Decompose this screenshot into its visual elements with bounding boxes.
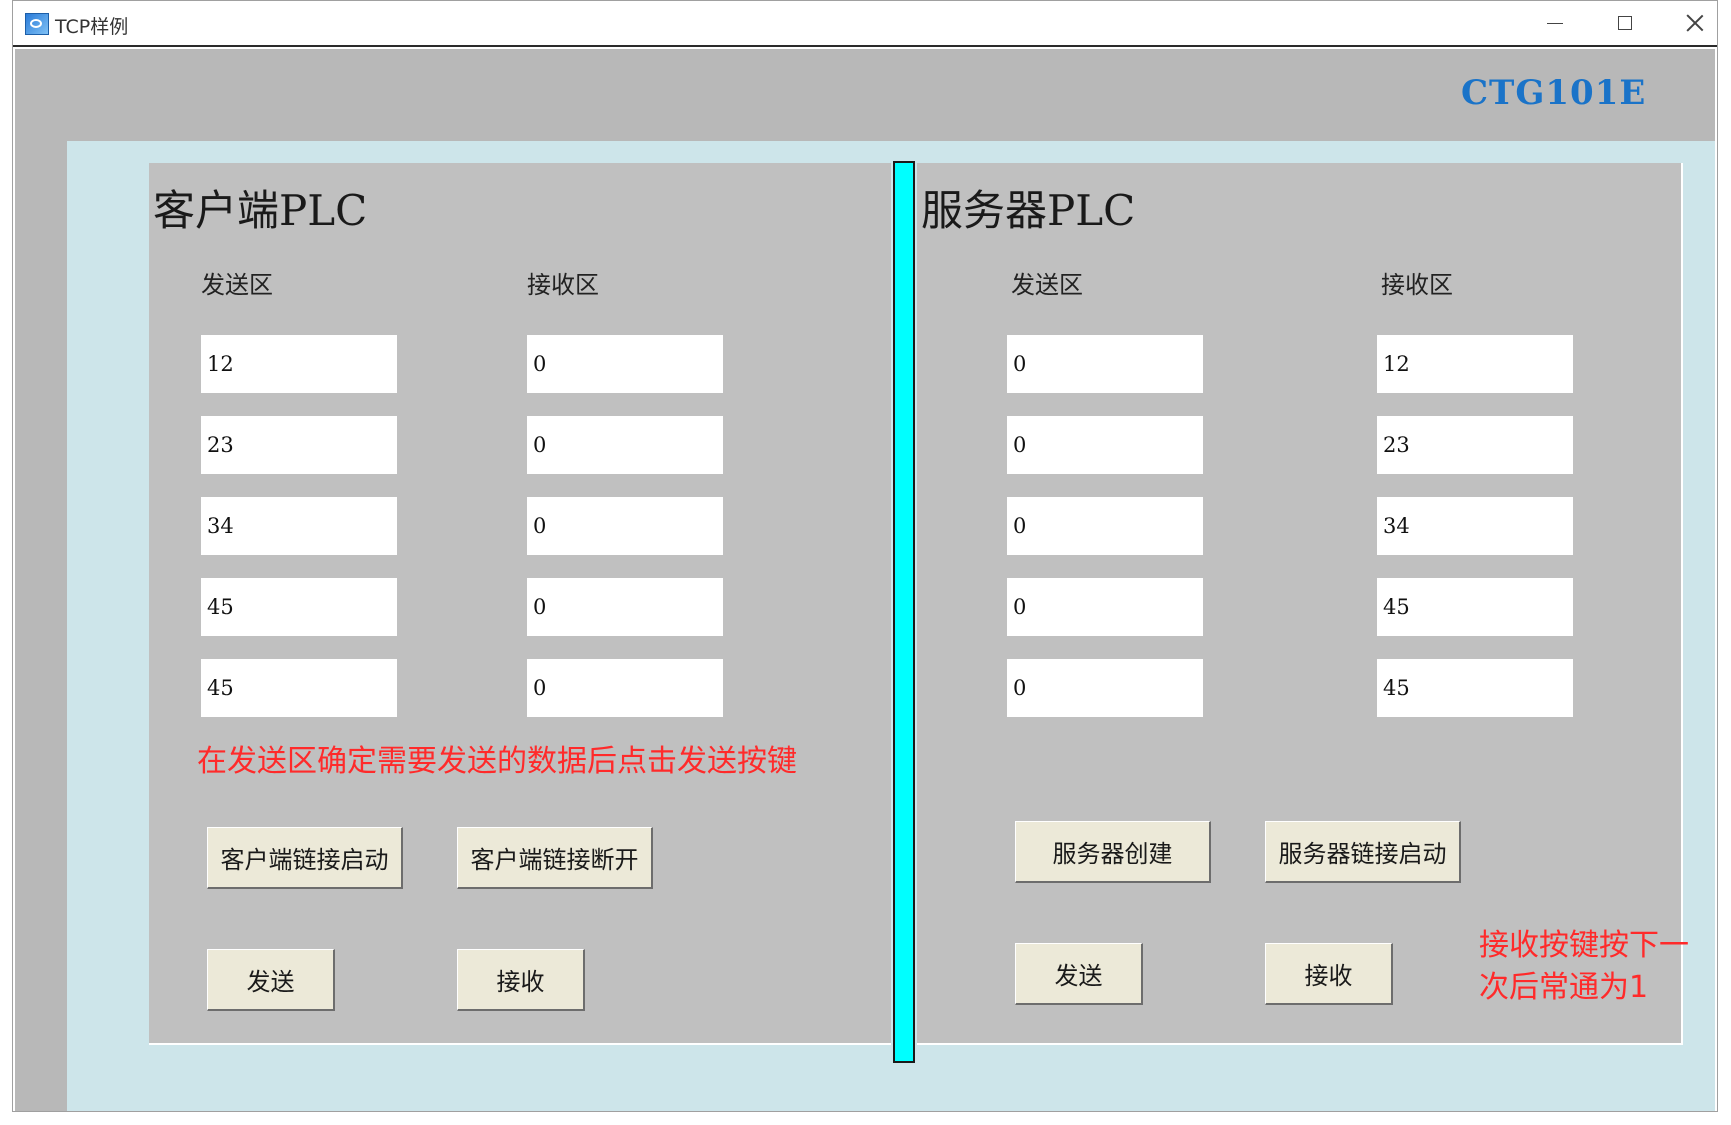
server-panel-title: 服务器PLC bbox=[921, 186, 1136, 235]
client-connect-button[interactable]: 客户端链接启动 bbox=[207, 827, 403, 889]
panel-divider bbox=[893, 161, 915, 1063]
maximize-icon bbox=[1618, 16, 1632, 30]
server-recv-field-5[interactable] bbox=[1377, 659, 1573, 717]
minimize-button[interactable] bbox=[1521, 1, 1589, 45]
server-send-field-2[interactable] bbox=[1007, 416, 1203, 474]
close-icon bbox=[1686, 14, 1704, 32]
app-icon bbox=[25, 13, 49, 35]
client-send-field-3[interactable] bbox=[201, 497, 397, 555]
server-recv-area-label: 接收区 bbox=[1381, 271, 1453, 299]
client-instruction-note: 在发送区确定需要发送的数据后点击发送按键 bbox=[197, 744, 797, 779]
server-create-button[interactable]: 服务器创建 bbox=[1015, 821, 1211, 883]
client-send-field-2[interactable] bbox=[201, 416, 397, 474]
brand-label: CTG101E bbox=[1461, 73, 1647, 113]
client-recv-area-label: 接收区 bbox=[527, 271, 599, 299]
server-receive-note-line-2: 次后常通为1 bbox=[1479, 970, 1649, 1005]
server-recv-field-1[interactable] bbox=[1377, 335, 1573, 393]
maximize-button[interactable] bbox=[1591, 1, 1659, 45]
window-title: TCP样例 bbox=[55, 16, 129, 38]
client-panel-title: 客户端PLC bbox=[153, 186, 368, 235]
close-button[interactable] bbox=[1661, 1, 1729, 45]
server-connect-button[interactable]: 服务器链接启动 bbox=[1265, 821, 1461, 883]
server-send-field-5[interactable] bbox=[1007, 659, 1203, 717]
server-send-field-4[interactable] bbox=[1007, 578, 1203, 636]
minimize-icon bbox=[1547, 22, 1563, 24]
client-receive-button[interactable]: 接收 bbox=[457, 949, 585, 1011]
server-recv-field-3[interactable] bbox=[1377, 497, 1573, 555]
server-recv-field-2[interactable] bbox=[1377, 416, 1573, 474]
server-send-button[interactable]: 发送 bbox=[1015, 943, 1143, 1005]
server-recv-field-4[interactable] bbox=[1377, 578, 1573, 636]
server-receive-note: 接收按键按下一 次后常通为1 bbox=[1479, 925, 1689, 1009]
server-send-field-3[interactable] bbox=[1007, 497, 1203, 555]
server-panel: 服务器PLC 发送区 接收区 服务器创建 服务器链接启动 发送 接收 bbox=[917, 163, 1683, 1045]
server-receive-note-line-1: 接收按键按下一 bbox=[1479, 928, 1689, 963]
client-area: CTG101E 客户端PLC 发送区 接收区 在发送区确定需要发送的数据后点击发… bbox=[15, 49, 1715, 1111]
client-disconnect-button[interactable]: 客户端链接断开 bbox=[457, 827, 653, 889]
server-receive-button[interactable]: 接收 bbox=[1265, 943, 1393, 1005]
client-recv-field-1[interactable] bbox=[527, 335, 723, 393]
app-window: TCP样例 CTG101E 客户端PLC 发送区 接收区 12 23 34 45… bbox=[12, 0, 1718, 1112]
client-recv-field-3[interactable] bbox=[527, 497, 723, 555]
client-recv-field-4[interactable] bbox=[527, 578, 723, 636]
title-bar[interactable]: TCP样例 bbox=[13, 1, 1717, 47]
inner-frame: 客户端PLC 发送区 接收区 在发送区确定需要发送的数据后点击发送按键 客户端链… bbox=[67, 141, 1715, 1111]
client-send-area-label: 发送区 bbox=[201, 271, 273, 299]
client-recv-field-2[interactable] bbox=[527, 416, 723, 474]
client-send-field-4[interactable] bbox=[201, 578, 397, 636]
client-recv-field-5[interactable] bbox=[527, 659, 723, 717]
server-send-area-label: 发送区 bbox=[1011, 271, 1083, 299]
client-send-field-5[interactable] bbox=[201, 659, 397, 717]
server-send-field-1[interactable] bbox=[1007, 335, 1203, 393]
client-send-field-1[interactable] bbox=[201, 335, 397, 393]
client-send-button[interactable]: 发送 bbox=[207, 949, 335, 1011]
client-panel: 客户端PLC 发送区 接收区 在发送区确定需要发送的数据后点击发送按键 客户端链… bbox=[149, 163, 891, 1045]
